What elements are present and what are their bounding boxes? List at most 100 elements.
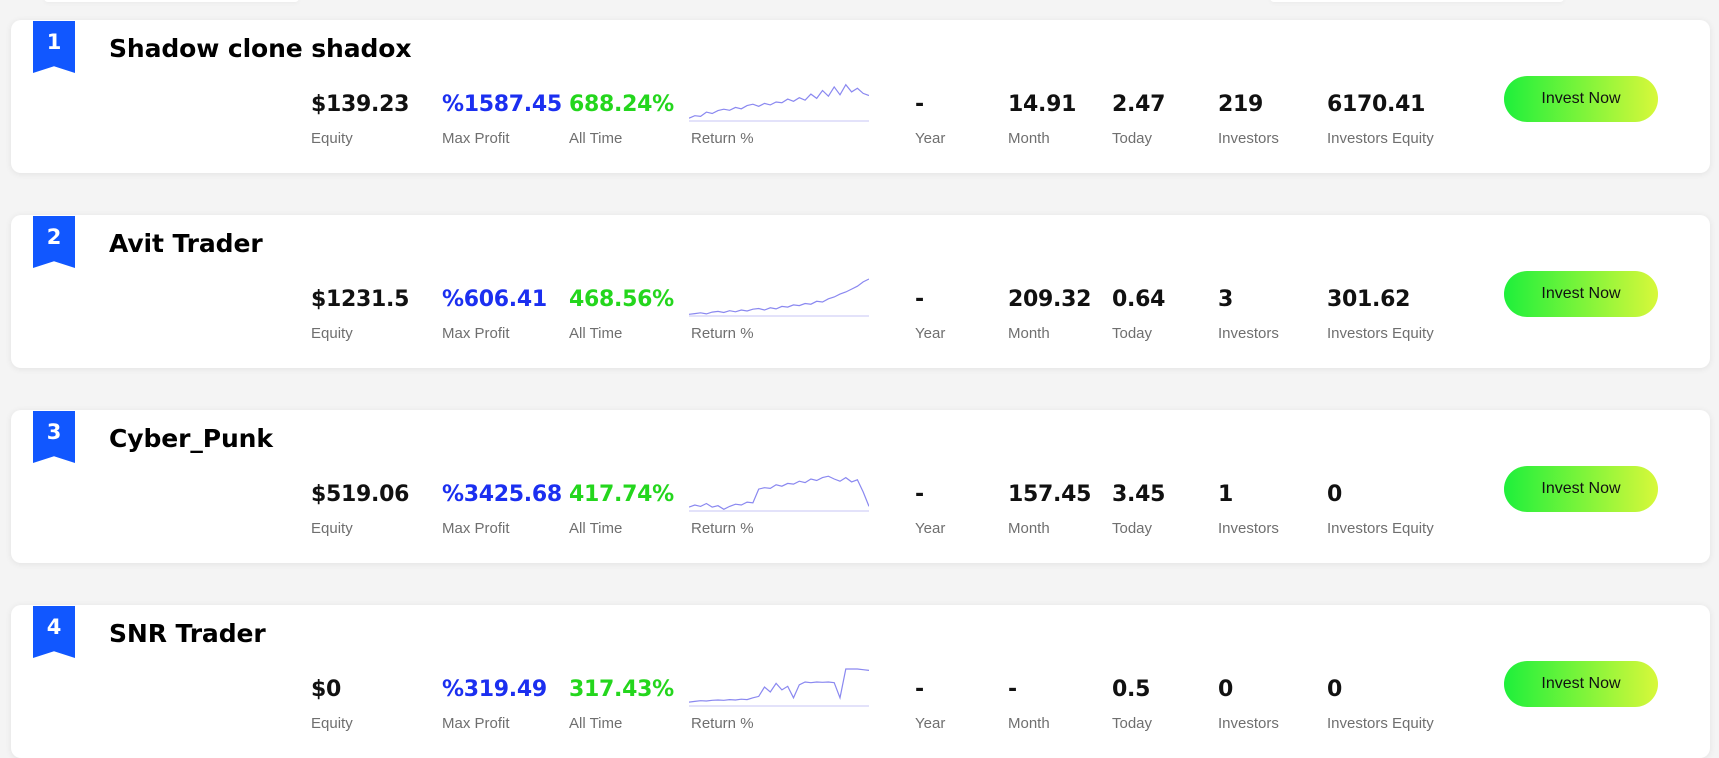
stat-max-profit: %3425.68 Max Profit — [442, 482, 562, 537]
today-value: 0.64 — [1112, 287, 1166, 312]
year-label: Year — [915, 715, 946, 732]
return-sparkline — [689, 475, 869, 512]
rank-badge: 4 — [33, 606, 75, 658]
all-time-value: 688.24% — [569, 92, 674, 117]
month-value: - — [1008, 677, 1017, 702]
return-sparkline — [689, 278, 869, 317]
return-sparkline — [689, 83, 869, 122]
investors-label: Investors — [1218, 130, 1279, 147]
investors-equity-value: 0 — [1327, 677, 1343, 702]
stat-investors-equity: 6170.41 Investors Equity — [1327, 92, 1434, 147]
equity-label: Equity — [311, 130, 353, 147]
max-profit-label: Max Profit — [442, 130, 510, 147]
max-profit-label: Max Profit — [442, 325, 510, 342]
rank-badge: 1 — [33, 21, 75, 73]
stat-all-time: 317.43% All Time — [569, 677, 674, 732]
trader-name[interactable]: Cyber_Punk — [109, 424, 273, 453]
max-profit-value: %1587.45 — [442, 92, 562, 117]
investors-label: Investors — [1218, 715, 1279, 732]
trader-card: 1 Shadow clone shadox $139.23 Equity %15… — [11, 20, 1710, 173]
all-time-label: All Time — [569, 325, 623, 342]
stat-all-time: 417.74% All Time — [569, 482, 674, 537]
stat-equity: $139.23 Equity — [311, 92, 409, 147]
equity-label: Equity — [311, 520, 353, 537]
stat-month: - Month — [1008, 677, 1050, 732]
trader-name[interactable]: SNR Trader — [109, 619, 266, 648]
equity-value: $139.23 — [311, 92, 410, 117]
investors-equity-label: Investors Equity — [1327, 130, 1434, 147]
today-value: 2.47 — [1112, 92, 1166, 117]
return-sparkline — [689, 668, 869, 707]
stat-year: - Year — [915, 287, 945, 342]
invest-now-button[interactable]: Invest Now — [1504, 661, 1658, 707]
rank-badge: 3 — [33, 411, 75, 463]
stat-today: 0.5 Today — [1112, 677, 1152, 732]
year-value: - — [915, 287, 924, 312]
sparkline-series — [689, 475, 869, 510]
investors-label: Investors — [1218, 325, 1279, 342]
month-value: 157.45 — [1008, 482, 1092, 507]
month-value: 209.32 — [1008, 287, 1092, 312]
sparkline-series — [689, 278, 869, 315]
equity-label: Equity — [311, 715, 353, 732]
investors-label: Investors — [1218, 520, 1279, 537]
stat-month: 14.91 Month — [1008, 92, 1076, 147]
stat-year: - Year — [915, 92, 945, 147]
investors-equity-value: 6170.41 — [1327, 92, 1426, 117]
sparkline-series — [689, 83, 869, 119]
stat-max-profit: %606.41 Max Profit — [442, 287, 547, 342]
month-label: Month — [1008, 325, 1050, 342]
stat-month: 157.45 Month — [1008, 482, 1091, 537]
max-profit-label: Max Profit — [442, 520, 510, 537]
trader-card: 2 Avit Trader $1231.5 Equity %606.41 Max… — [11, 215, 1710, 368]
investors-value: 1 — [1218, 482, 1234, 507]
max-profit-value: %319.49 — [442, 677, 547, 702]
month-label: Month — [1008, 715, 1050, 732]
stat-max-profit: %1587.45 Max Profit — [442, 92, 562, 147]
return-label: Return % — [691, 130, 754, 147]
return-label: Return % — [691, 325, 754, 342]
investors-equity-value: 301.62 — [1327, 287, 1411, 312]
today-label: Today — [1112, 325, 1153, 342]
stat-investors-equity: 301.62 Investors Equity — [1327, 287, 1434, 342]
today-value: 3.45 — [1112, 482, 1166, 507]
stat-month: 209.32 Month — [1008, 287, 1091, 342]
all-time-value: 317.43% — [569, 677, 674, 702]
investors-value: 219 — [1218, 92, 1264, 117]
stat-today: 0.64 Today — [1112, 287, 1165, 342]
equity-value: $519.06 — [311, 482, 410, 507]
stat-year: - Year — [915, 482, 945, 537]
all-time-label: All Time — [569, 520, 623, 537]
invest-now-button[interactable]: Invest Now — [1504, 76, 1658, 122]
year-label: Year — [915, 520, 946, 537]
month-label: Month — [1008, 130, 1050, 147]
return-label: Return % — [691, 715, 754, 732]
trader-name[interactable]: Shadow clone shadox — [109, 34, 412, 63]
stat-investors-equity: 0 Investors Equity — [1327, 482, 1434, 537]
investors-value: 0 — [1218, 677, 1234, 702]
year-label: Year — [915, 130, 946, 147]
today-label: Today — [1112, 520, 1153, 537]
stat-max-profit: %319.49 Max Profit — [442, 677, 547, 732]
trader-card: 3 Cyber_Punk $519.06 Equity %3425.68 Max… — [11, 410, 1710, 563]
max-profit-label: Max Profit — [442, 715, 510, 732]
previous-card-edge — [44, 0, 299, 2]
all-time-label: All Time — [569, 130, 623, 147]
year-label: Year — [915, 325, 946, 342]
all-time-label: All Time — [569, 715, 623, 732]
invest-now-button[interactable]: Invest Now — [1504, 271, 1658, 317]
stat-all-time: 468.56% All Time — [569, 287, 674, 342]
stat-today: 2.47 Today — [1112, 92, 1165, 147]
return-label: Return % — [691, 520, 754, 537]
stat-all-time: 688.24% All Time — [569, 92, 674, 147]
rank-badge: 2 — [33, 216, 75, 268]
invest-now-button[interactable]: Invest Now — [1504, 466, 1658, 512]
today-value: 0.5 — [1112, 677, 1151, 702]
all-time-value: 468.56% — [569, 287, 674, 312]
trader-name[interactable]: Avit Trader — [109, 229, 263, 258]
year-value: - — [915, 92, 924, 117]
stat-today: 3.45 Today — [1112, 482, 1165, 537]
stat-investors: 219 Investors — [1218, 92, 1279, 147]
stat-equity: $0 Equity — [311, 677, 353, 732]
stat-investors-equity: 0 Investors Equity — [1327, 677, 1434, 732]
